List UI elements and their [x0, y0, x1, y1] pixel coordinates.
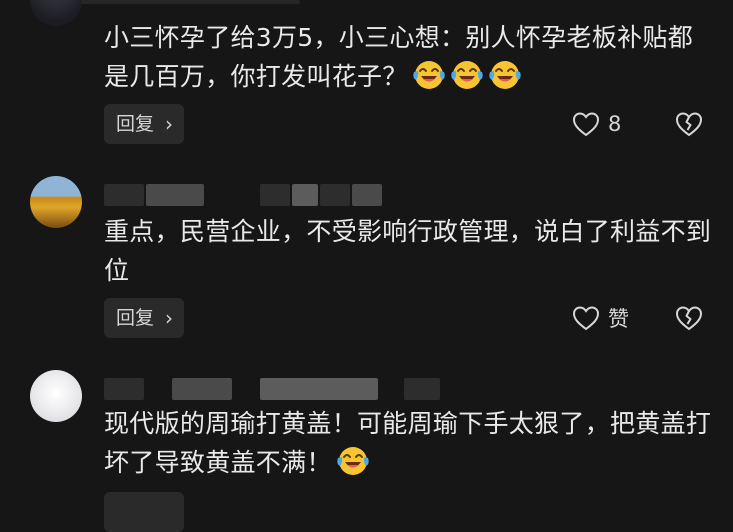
username-blurred [320, 184, 350, 206]
chevron-right-icon: › [165, 112, 173, 136]
username-blurred [404, 378, 440, 400]
broken-heart-icon[interactable] [675, 304, 703, 332]
laughing-tears-emoji-icon [412, 61, 445, 89]
broken-heart-icon[interactable] [675, 110, 703, 138]
laughing-tears-emoji-icon [337, 447, 369, 475]
heart-outline-icon [572, 306, 600, 331]
previous-content-strip [80, 0, 300, 4]
username-blurred [260, 378, 378, 400]
reply-button-label: 回复 [116, 307, 155, 329]
comment-text-body: 小三怀孕了给3万5，小三心想：别人怀孕老板补贴都是几百万，你打发叫花子？ [104, 23, 694, 91]
comment-text: 小三怀孕了给3万5，小三心想：别人怀孕老板补贴都是几百万，你打发叫花子？ [104, 18, 714, 96]
laughing-tears-emoji-icon [450, 61, 483, 89]
reply-button-label: 回复 [116, 113, 155, 135]
emoji-group [408, 61, 522, 91]
username-blurred [260, 184, 290, 206]
username-blurred [104, 184, 144, 206]
comment-text: 现代版的周瑜打黄盖！可能周瑜下手太狠了，把黄盖打坏了导致黄盖不满！ [104, 404, 714, 482]
reply-button[interactable]: 回复 › [104, 104, 184, 144]
comment-text-body: 现代版的周瑜打黄盖！可能周瑜下手太狠了，把黄盖打坏了导致黄盖不满！ [104, 409, 712, 477]
like-label: 赞 [608, 307, 629, 331]
avatar[interactable] [30, 176, 82, 228]
laughing-tears-emoji-icon [488, 61, 521, 89]
reply-button-partial[interactable] [104, 492, 184, 532]
comment-text: 重点，民营企业，不受影响行政管理，说白了利益不到位 [104, 212, 714, 290]
comment-text-body: 重点，民营企业，不受影响行政管理，说白了利益不到位 [104, 217, 712, 285]
avatar[interactable] [30, 0, 82, 26]
like-count: 8 [608, 112, 622, 136]
username-blurred [292, 184, 318, 206]
heart-outline-icon [572, 112, 600, 137]
like-button[interactable]: 赞 [572, 303, 629, 333]
username-blurred [352, 184, 382, 206]
avatar[interactable] [30, 370, 82, 422]
chevron-right-icon: › [165, 306, 173, 330]
username-blurred [172, 378, 232, 400]
username-blurred [104, 378, 144, 400]
reply-button[interactable]: 回复 › [104, 298, 184, 338]
like-button[interactable]: 8 [572, 109, 621, 139]
username-blurred [146, 184, 204, 206]
emoji-group [332, 447, 370, 477]
